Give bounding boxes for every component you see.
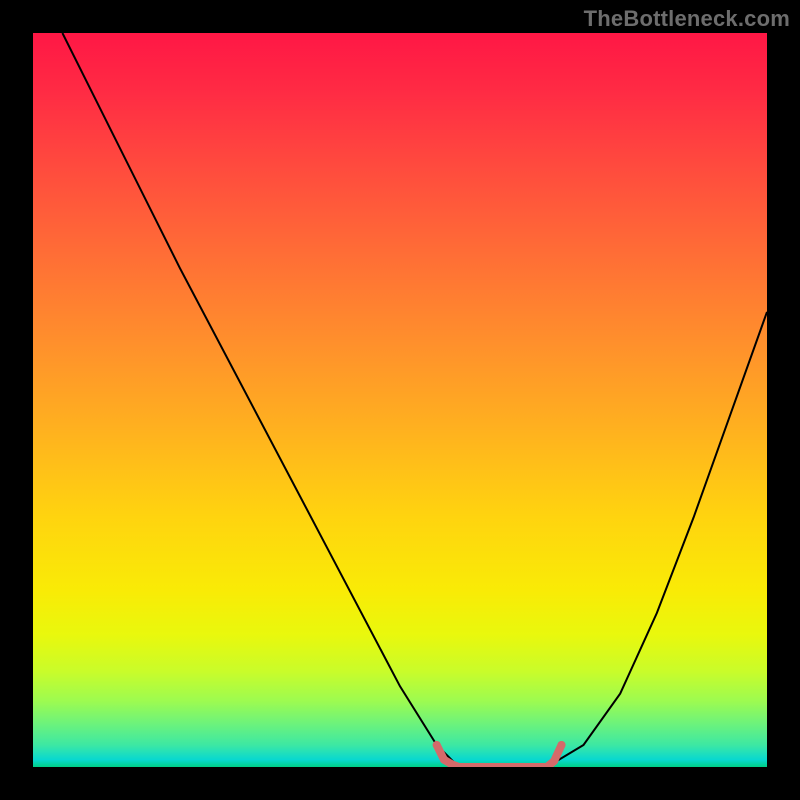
marker-dot (550, 757, 558, 765)
watermark-text: TheBottleneck.com (584, 6, 790, 32)
marker-dot (433, 741, 441, 749)
bottom-marker-path (437, 745, 562, 767)
chart-frame: TheBottleneck.com (0, 0, 800, 800)
main-curve-path (62, 33, 767, 767)
marker-dot (440, 756, 448, 764)
marker-dot (558, 741, 566, 749)
plot-area (33, 33, 767, 767)
curve-svg (33, 33, 767, 767)
